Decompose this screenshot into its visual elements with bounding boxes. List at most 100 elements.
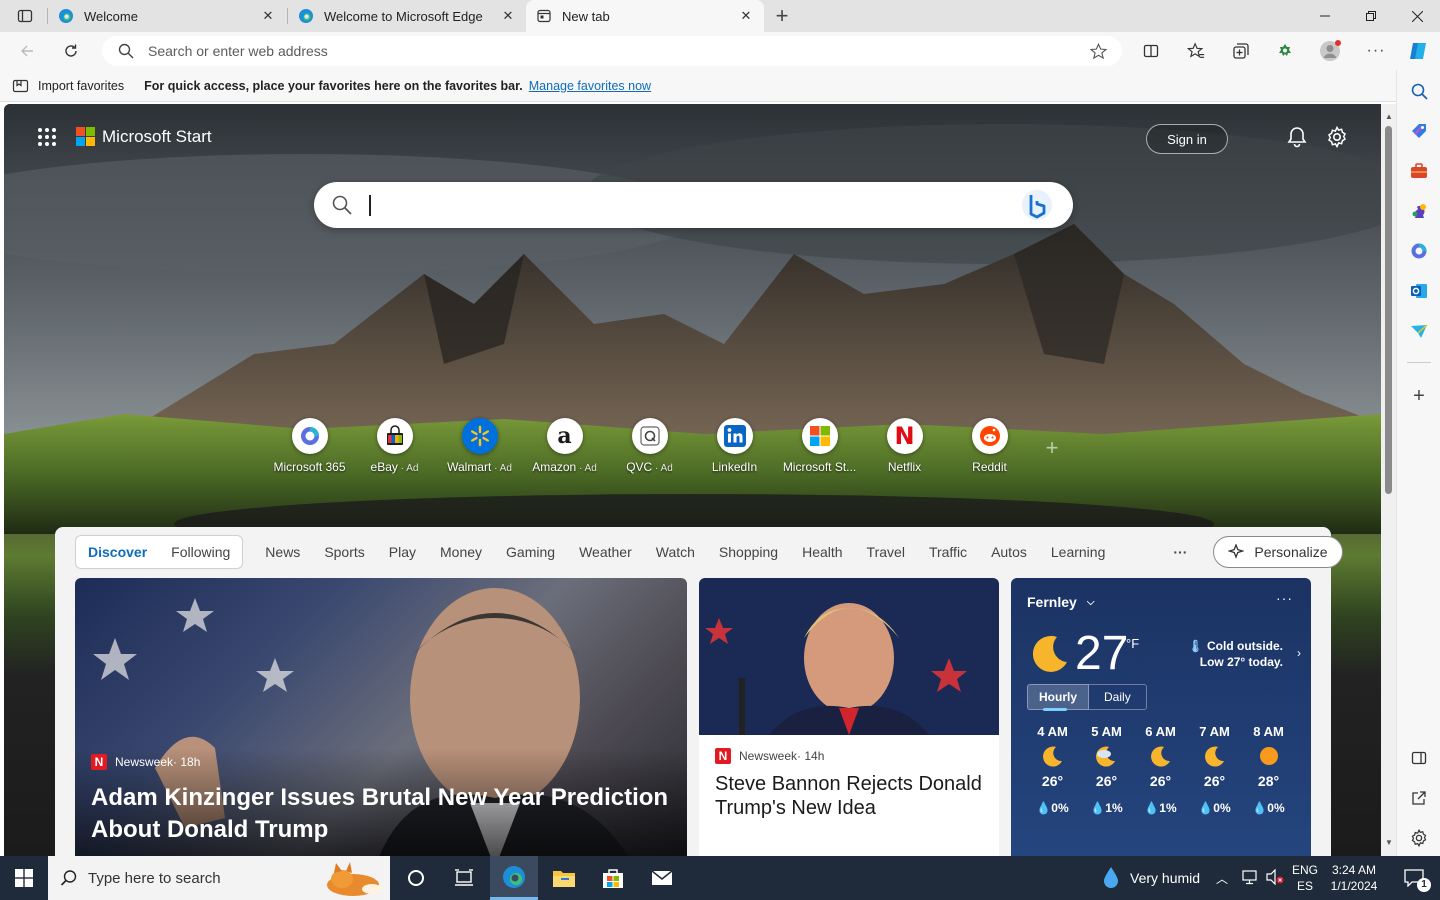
headline-card[interactable]: N Newsweek · 18h Adam Kinzinger Issues B… (75, 578, 687, 856)
tab-daily[interactable]: Daily (1089, 684, 1147, 710)
add-quick-link-button[interactable]: + (1032, 418, 1072, 474)
app-launcher-icon[interactable] (37, 127, 57, 147)
quick-link-netflix[interactable]: N Netflix (862, 418, 947, 474)
add-sidebar-app-button[interactable]: + (1407, 384, 1431, 408)
personalize-button[interactable]: Personalize (1213, 536, 1343, 568)
nav-weather[interactable]: Weather (579, 544, 632, 560)
drop-send-icon[interactable] (1407, 319, 1431, 343)
restore-button[interactable] (1348, 0, 1394, 32)
clock[interactable]: 3:24 AM 1/1/2024 (1326, 862, 1382, 894)
nav-health[interactable]: Health (802, 544, 842, 560)
task-view-button[interactable] (442, 856, 486, 900)
new-tab-button[interactable]: + (767, 1, 797, 31)
nav-sports[interactable]: Sports (324, 544, 364, 560)
quick-link-qvc[interactable]: QVC · Ad (607, 418, 692, 474)
hourly-forecast-item: 7 AM 26° 💧0% (1189, 724, 1240, 815)
scroll-down-icon[interactable]: ▼ (1385, 838, 1393, 847)
page-settings-gear-icon[interactable] (1326, 126, 1348, 148)
sign-in-button[interactable]: Sign in (1146, 124, 1228, 154)
refresh-button[interactable] (56, 36, 86, 66)
notification-center-button[interactable]: 1 (1394, 856, 1434, 900)
taskbar-store-button[interactable] (589, 856, 637, 900)
copilot-icon[interactable] (1403, 36, 1433, 66)
split-screen-icon[interactable] (1136, 36, 1166, 66)
nav-money[interactable]: Money (440, 544, 482, 560)
weather-more-icon[interactable]: ··· (1276, 590, 1293, 606)
favorites-icon[interactable] (1181, 36, 1211, 66)
tab-actions-icon[interactable] (10, 1, 40, 31)
back-button[interactable] (12, 36, 42, 66)
active-tab-indicator (1043, 708, 1067, 711)
quick-link-reddit[interactable]: Reddit (947, 418, 1032, 474)
quick-link-microsoft-365[interactable]: Microsoft 365 (267, 418, 352, 474)
nav-autos[interactable]: Autos (991, 544, 1027, 560)
minimize-button[interactable] (1302, 0, 1348, 32)
tab-discover[interactable]: Discover (76, 544, 159, 560)
collections-icon[interactable] (1226, 36, 1256, 66)
network-icon[interactable] (1242, 869, 1260, 888)
bing-chat-icon[interactable] (1021, 189, 1053, 221)
settings-more-icon[interactable]: ··· (1361, 36, 1391, 66)
hide-sidebar-icon[interactable] (1407, 746, 1431, 770)
import-favorites-button[interactable]: Import favorites (12, 78, 124, 94)
nav-watch[interactable]: Watch (656, 544, 695, 560)
sidebar-settings-gear-icon[interactable] (1407, 826, 1431, 850)
weather-card[interactable]: Fernley ⌵ ··· 27 °F 🌡 Cold outside. Low 2… (1011, 578, 1311, 856)
notifications-bell-icon[interactable] (1286, 126, 1308, 148)
quick-link-walmart[interactable]: Walmart · Ad (437, 418, 522, 474)
tab-hourly[interactable]: Hourly (1027, 684, 1090, 710)
nav-shopping[interactable]: Shopping (719, 544, 778, 560)
news-card[interactable]: N Newsweek · 14h Steve Bannon Rejects Do… (699, 578, 999, 856)
nav-travel[interactable]: Travel (867, 544, 905, 560)
scrollbar-thumb[interactable] (1385, 126, 1392, 494)
web-search-box[interactable] (314, 182, 1073, 228)
manage-favorites-link[interactable]: Manage favorites now (529, 79, 651, 93)
input-language-indicator[interactable]: ENG ES (1290, 862, 1320, 894)
sidebar-search-icon[interactable] (1407, 79, 1431, 103)
show-hidden-icons-chevron-up-icon[interactable]: ︿ (1216, 870, 1228, 887)
games-chess-icon[interactable] (1407, 199, 1431, 223)
tab-following[interactable]: Following (159, 544, 242, 560)
scroll-up-icon[interactable]: ▲ (1385, 112, 1393, 121)
start-button[interactable] (0, 856, 48, 900)
close-tab-icon[interactable]: ✕ (260, 8, 276, 24)
nav-gaming[interactable]: Gaming (506, 544, 555, 560)
quick-link-microsoft-store[interactable]: Microsoft St... (777, 418, 862, 474)
tools-briefcase-icon[interactable] (1407, 159, 1431, 183)
more-categories-button[interactable]: ··· (1173, 544, 1187, 560)
quick-link-linkedin[interactable]: LinkedIn (692, 418, 777, 474)
taskbar-file-explorer-button[interactable] (540, 856, 588, 900)
close-window-button[interactable] (1394, 0, 1440, 32)
taskbar-mail-button[interactable] (638, 856, 686, 900)
quick-link-ebay[interactable]: eBay · Ad (352, 418, 437, 474)
close-tab-icon[interactable]: ✕ (500, 8, 516, 24)
nav-play[interactable]: Play (389, 544, 416, 560)
nav-learning[interactable]: Learning (1051, 544, 1106, 560)
browser-essentials-icon[interactable] (1270, 36, 1300, 66)
outlook-icon[interactable] (1407, 279, 1431, 303)
address-input[interactable] (148, 36, 1048, 66)
search-highlight-fox-image (327, 862, 382, 896)
favorite-star-icon[interactable] (1090, 43, 1107, 60)
weather-location[interactable]: Fernley ⌵ (1027, 594, 1094, 610)
microsoft-365-icon[interactable] (1407, 239, 1431, 263)
taskbar-weather-widget[interactable]: Very humid (1100, 856, 1200, 900)
quick-link-amazon[interactable]: a Amazon · Ad (522, 418, 607, 474)
address-bar[interactable] (102, 36, 1122, 66)
chevron-right-icon[interactable]: › (1297, 646, 1301, 660)
page-scrollbar[interactable]: ▲ ▼ (1381, 104, 1396, 856)
taskbar-search-box[interactable]: Type here to search (48, 856, 390, 900)
microsoft-start-logo[interactable]: Microsoft Start (76, 127, 212, 147)
tab-welcome[interactable]: Welcome ✕ (48, 0, 286, 32)
volume-muted-icon[interactable] (1266, 868, 1284, 888)
tab-new-tab[interactable]: New tab ✕ (526, 0, 764, 32)
open-external-icon[interactable] (1407, 786, 1431, 810)
nav-news[interactable]: News (265, 544, 300, 560)
tab-welcome-edge[interactable]: Welcome to Microsoft Edge ✕ (288, 0, 526, 32)
taskbar-edge-button[interactable] (490, 856, 538, 900)
profile-avatar[interactable] (1315, 36, 1345, 66)
cortana-button[interactable] (394, 856, 438, 900)
close-tab-icon[interactable]: ✕ (738, 8, 754, 24)
shopping-tag-icon[interactable] (1407, 119, 1431, 143)
nav-traffic[interactable]: Traffic (929, 544, 967, 560)
